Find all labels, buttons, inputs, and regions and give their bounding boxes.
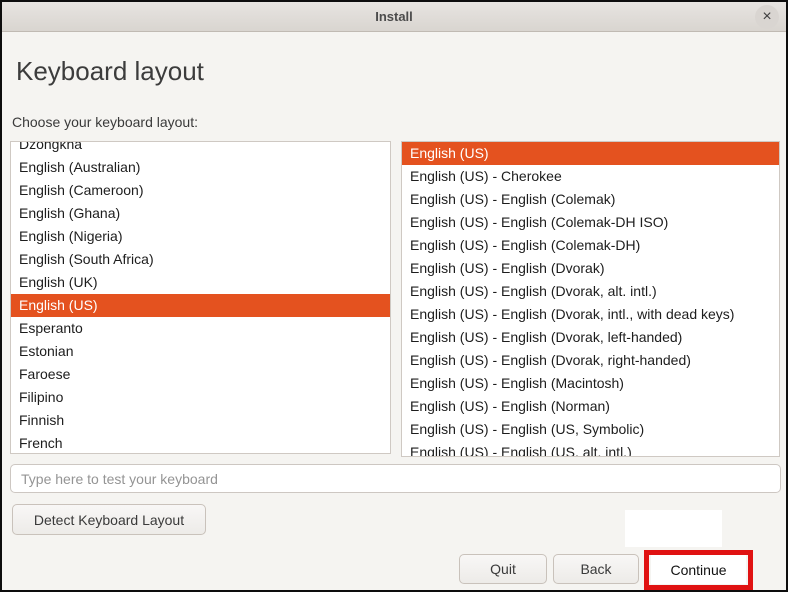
list-item[interactable]: English (US) - English (Dvorak, intl., w…	[402, 303, 779, 326]
annotation-white-patch	[625, 510, 722, 547]
list-item[interactable]: English (US) - English (Dvorak)	[402, 257, 779, 280]
keyboard-layout-list[interactable]: DzongkhaEnglish (Australian)English (Cam…	[10, 141, 391, 454]
list-item[interactable]: English (Ghana)	[11, 202, 390, 225]
list-item[interactable]: English (US)	[11, 294, 390, 317]
back-button-label: Back	[580, 561, 611, 577]
list-item[interactable]: English (US) - Cherokee	[402, 165, 779, 188]
keyboard-variant-list[interactable]: English (US)English (US) - CherokeeEngli…	[401, 141, 780, 457]
list-item[interactable]: French	[11, 432, 390, 454]
detect-keyboard-layout-button[interactable]: Detect Keyboard Layout	[12, 504, 206, 535]
list-item[interactable]: English (US) - English (Dvorak, right-ha…	[402, 349, 779, 372]
list-item[interactable]: English (US) - English (Macintosh)	[402, 372, 779, 395]
list-item[interactable]: Faroese	[11, 363, 390, 386]
installer-window: Install × Keyboard layout Choose your ke…	[0, 0, 788, 592]
list-item[interactable]: English (US) - English (US, Symbolic)	[402, 418, 779, 441]
list-item[interactable]: English (Nigeria)	[11, 225, 390, 248]
list-item[interactable]: English (US) - English (Colemak)	[402, 188, 779, 211]
quit-button[interactable]: Quit	[459, 554, 547, 584]
list-item[interactable]: Finnish	[11, 409, 390, 432]
instruction-label: Choose your keyboard layout:	[12, 114, 198, 130]
page-title: Keyboard layout	[16, 56, 204, 87]
titlebar: Install ×	[2, 2, 786, 32]
list-item[interactable]: English (UK)	[11, 271, 390, 294]
list-item[interactable]: English (US) - English (Dvorak, alt. int…	[402, 280, 779, 303]
list-item[interactable]: English (US) - English (Colemak-DH ISO)	[402, 211, 779, 234]
list-item[interactable]: English (US)	[402, 142, 779, 165]
detect-button-label: Detect Keyboard Layout	[34, 512, 184, 528]
list-item[interactable]: English (US) - English (Dvorak, left-han…	[402, 326, 779, 349]
list-item[interactable]: Esperanto	[11, 317, 390, 340]
list-item[interactable]: English (US) - English (Norman)	[402, 395, 779, 418]
list-item[interactable]: English (Cameroon)	[11, 179, 390, 202]
keyboard-test-input[interactable]	[10, 464, 781, 493]
quit-button-label: Quit	[490, 561, 516, 577]
continue-button-label: Continue	[670, 562, 726, 578]
list-item[interactable]: English (US) - English (US, alt. intl.)	[402, 441, 779, 457]
window-title: Install	[375, 9, 413, 24]
continue-button[interactable]: Continue	[651, 555, 746, 584]
back-button[interactable]: Back	[553, 554, 639, 584]
list-item[interactable]: Filipino	[11, 386, 390, 409]
list-item[interactable]: English (Australian)	[11, 156, 390, 179]
list-item[interactable]: English (South Africa)	[11, 248, 390, 271]
list-item[interactable]: English (US) - English (Colemak-DH)	[402, 234, 779, 257]
close-button[interactable]: ×	[755, 5, 779, 29]
close-icon: ×	[762, 9, 771, 25]
list-item[interactable]: Dzongkha	[11, 141, 390, 156]
list-item[interactable]: Estonian	[11, 340, 390, 363]
